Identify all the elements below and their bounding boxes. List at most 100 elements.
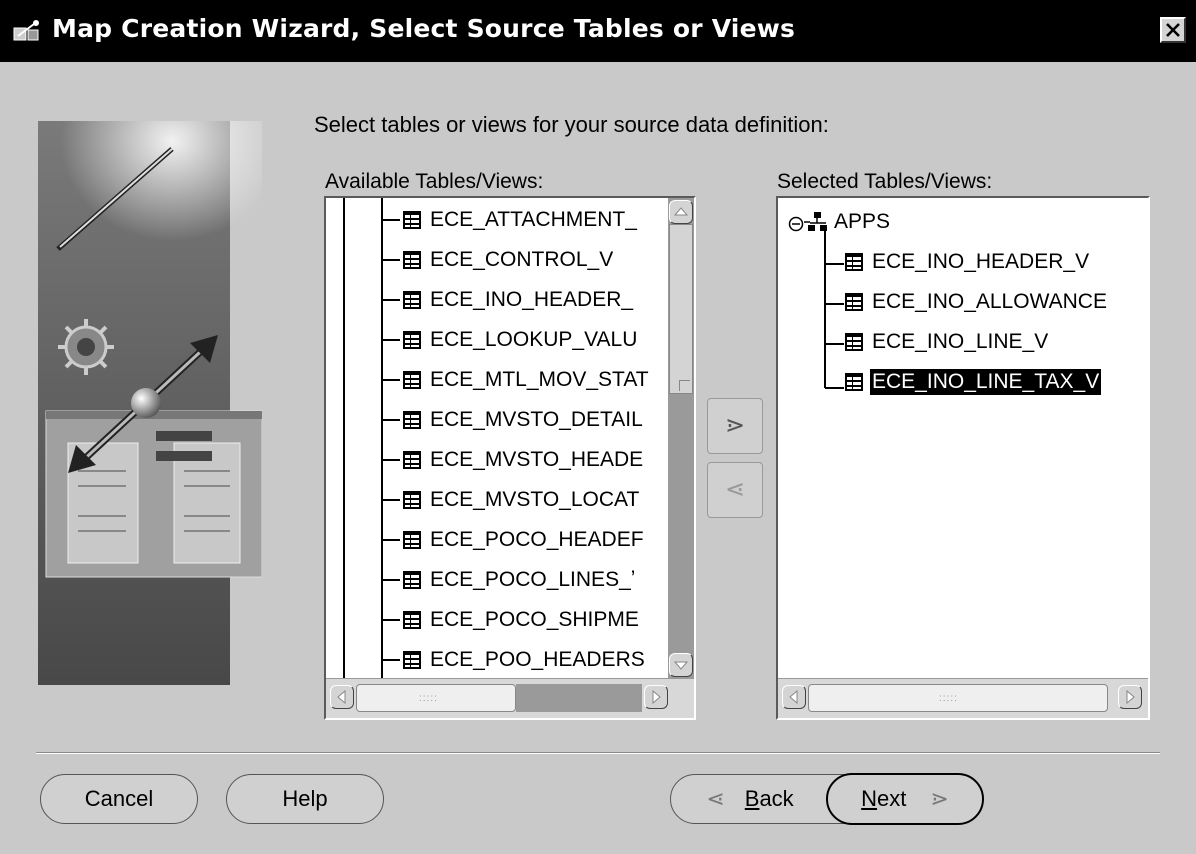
- table-name: ECE_INO_ALLOWANCE: [872, 290, 1107, 313]
- scroll-up-button[interactable]: [669, 200, 693, 224]
- table-name: ECE_MVSTO_LOCAT: [430, 488, 640, 511]
- back-label: Back: [744, 786, 794, 811]
- next-button[interactable]: Next ⋗: [826, 773, 984, 825]
- available-table-item[interactable]: ECE_MVSTO_LOCAT: [382, 480, 641, 520]
- table-icon: [402, 290, 422, 310]
- table-icon: [402, 250, 422, 270]
- table-name: ECE_INO_LINE_TAX_V: [870, 369, 1102, 395]
- available-label: Available Tables/Views:: [325, 170, 544, 193]
- arrow-left-icon: [789, 689, 798, 705]
- table-name: ECE_INO_LINE_V: [872, 330, 1049, 353]
- tree-root-apps[interactable]: APPS: [788, 202, 892, 242]
- available-table-item[interactable]: ECE_MTL_MOV_STAT: [382, 360, 651, 400]
- table-name: ECE_INO_HEADER_V: [872, 250, 1090, 273]
- available-hscroll-thumb[interactable]: :::::: [356, 684, 516, 712]
- next-label: Next: [861, 786, 907, 811]
- available-table-item[interactable]: ECE_MVSTO_DETAIL: [382, 400, 645, 440]
- table-icon: [402, 570, 422, 590]
- back-button[interactable]: ⋖ Back: [671, 775, 829, 823]
- available-table-item[interactable]: ECE_MVSTO_HEADE: [382, 440, 645, 480]
- chevron-left-icon: ⋖: [724, 476, 746, 503]
- tree-connector: [382, 539, 400, 541]
- help-label: Help: [282, 786, 328, 811]
- scroll-left-button[interactable]: [330, 685, 354, 709]
- table-icon: [844, 292, 864, 312]
- available-vscroll-thumb[interactable]: [669, 224, 693, 394]
- selected-hscroll-thumb[interactable]: :::::: [808, 684, 1108, 712]
- add-selected-button[interactable]: ⋗: [707, 398, 763, 454]
- scroll-right-button[interactable]: [1118, 685, 1142, 709]
- title-bar: Map Creation Wizard, Select Source Table…: [0, 0, 1196, 62]
- table-name: ECE_POCO_HEADEF: [430, 528, 644, 551]
- available-table-item[interactable]: ECE_LOOKUP_VALU: [382, 320, 639, 360]
- table-icon: [844, 372, 864, 392]
- table-name: ECE_ATTACHMENT_: [430, 208, 637, 231]
- tree-connector: [382, 579, 400, 581]
- table-icon: [844, 332, 864, 352]
- scroll-down-button[interactable]: [669, 653, 693, 677]
- arrow-right-icon: [1126, 689, 1135, 705]
- available-table-item[interactable]: ECE_INO_HEADER_: [382, 280, 635, 320]
- instruction-text: Select tables or views for your source d…: [314, 112, 829, 137]
- available-table-item[interactable]: ECE_CONTROL_V: [382, 240, 615, 280]
- collapse-toggle-icon[interactable]: [788, 214, 804, 232]
- tree-root-label: APPS: [834, 210, 891, 233]
- tree-connector: [382, 259, 400, 261]
- chevron-right-icon: ⋗: [724, 412, 746, 439]
- wizard-illustration: [38, 121, 263, 685]
- tree-connector: [382, 659, 400, 661]
- available-horizontal-scrollbar[interactable]: :::::: [326, 678, 694, 718]
- wizard-app-icon: [12, 18, 42, 42]
- table-name: ECE_MVSTO_DETAIL: [430, 408, 643, 431]
- table-name: ECE_CONTROL_V: [430, 248, 614, 271]
- remove-selected-button[interactable]: ⋖: [707, 462, 763, 518]
- tree-connector: [382, 219, 400, 221]
- available-table-item[interactable]: ECE_POO_HEADERS: [382, 640, 647, 680]
- selected-table-item[interactable]: ECE_INO_ALLOWANCE: [844, 282, 1109, 322]
- available-vertical-scrollbar[interactable]: [668, 198, 694, 678]
- selected-horizontal-scrollbar[interactable]: :::::: [778, 678, 1148, 718]
- table-icon: [402, 330, 422, 350]
- table-name: ECE_MVSTO_HEADE: [430, 448, 644, 471]
- available-table-item[interactable]: ECE_ATTACHMENT_: [382, 200, 639, 240]
- table-name: ECE_POCO_LINES_ʼ: [430, 568, 636, 591]
- window-title: Map Creation Wizard, Select Source Table…: [52, 14, 796, 43]
- arrow-down-icon: [673, 661, 689, 670]
- table-icon: [402, 410, 422, 430]
- table-icon: [402, 370, 422, 390]
- close-button[interactable]: [1160, 17, 1186, 43]
- chevron-left-icon: ⋖: [706, 786, 725, 811]
- available-table-item[interactable]: ECE_POCO_LINES_ʼ: [382, 560, 637, 600]
- available-table-item[interactable]: ECE_POCO_SHIPME: [382, 600, 641, 640]
- navigation-button-group: ⋖ Back Next ⋗: [670, 773, 984, 825]
- selected-tree[interactable]: APPS ECE_INO_HEADER_V ECE_INO_ALLOWANCE EC…: [776, 196, 1150, 720]
- selected-table-item[interactable]: ECE_INO_HEADER_V: [844, 242, 1091, 282]
- table-icon: [402, 450, 422, 470]
- arrow-right-icon: [652, 689, 661, 705]
- tree-connector: [382, 499, 400, 501]
- available-tree[interactable]: ECE_ATTACHMENT_ ECE_CONTROL_V ECE_INO_HEAD…: [324, 196, 696, 720]
- selected-table-item[interactable]: ECE_INO_LINE_V: [844, 322, 1050, 362]
- table-icon: [402, 210, 422, 230]
- tree-connector: [382, 619, 400, 621]
- selected-label: Selected Tables/Views:: [777, 170, 993, 193]
- cancel-button[interactable]: Cancel: [40, 774, 198, 824]
- available-table-item[interactable]: ECE_POCO_HEADEF: [382, 520, 646, 560]
- table-name: ECE_POO_HEADERS: [430, 648, 645, 671]
- table-icon: [402, 490, 422, 510]
- scroll-right-button[interactable]: [644, 685, 668, 709]
- tree-connector: [382, 419, 400, 421]
- table-icon: [844, 252, 864, 272]
- table-name: ECE_LOOKUP_VALU: [430, 328, 638, 351]
- table-name: ECE_INO_HEADER_: [430, 288, 634, 311]
- scroll-left-button[interactable]: [782, 685, 806, 709]
- selected-table-item[interactable]: ECE_INO_LINE_TAX_V: [844, 362, 1102, 402]
- close-icon: [1166, 23, 1180, 37]
- table-icon: [402, 530, 422, 550]
- schema-icon: [804, 211, 830, 233]
- chevron-right-icon: ⋗: [930, 786, 949, 811]
- table-icon: [402, 610, 422, 630]
- help-button[interactable]: Help: [226, 774, 384, 824]
- table-name: ECE_POCO_SHIPME: [430, 608, 639, 631]
- arrow-left-icon: [337, 689, 346, 705]
